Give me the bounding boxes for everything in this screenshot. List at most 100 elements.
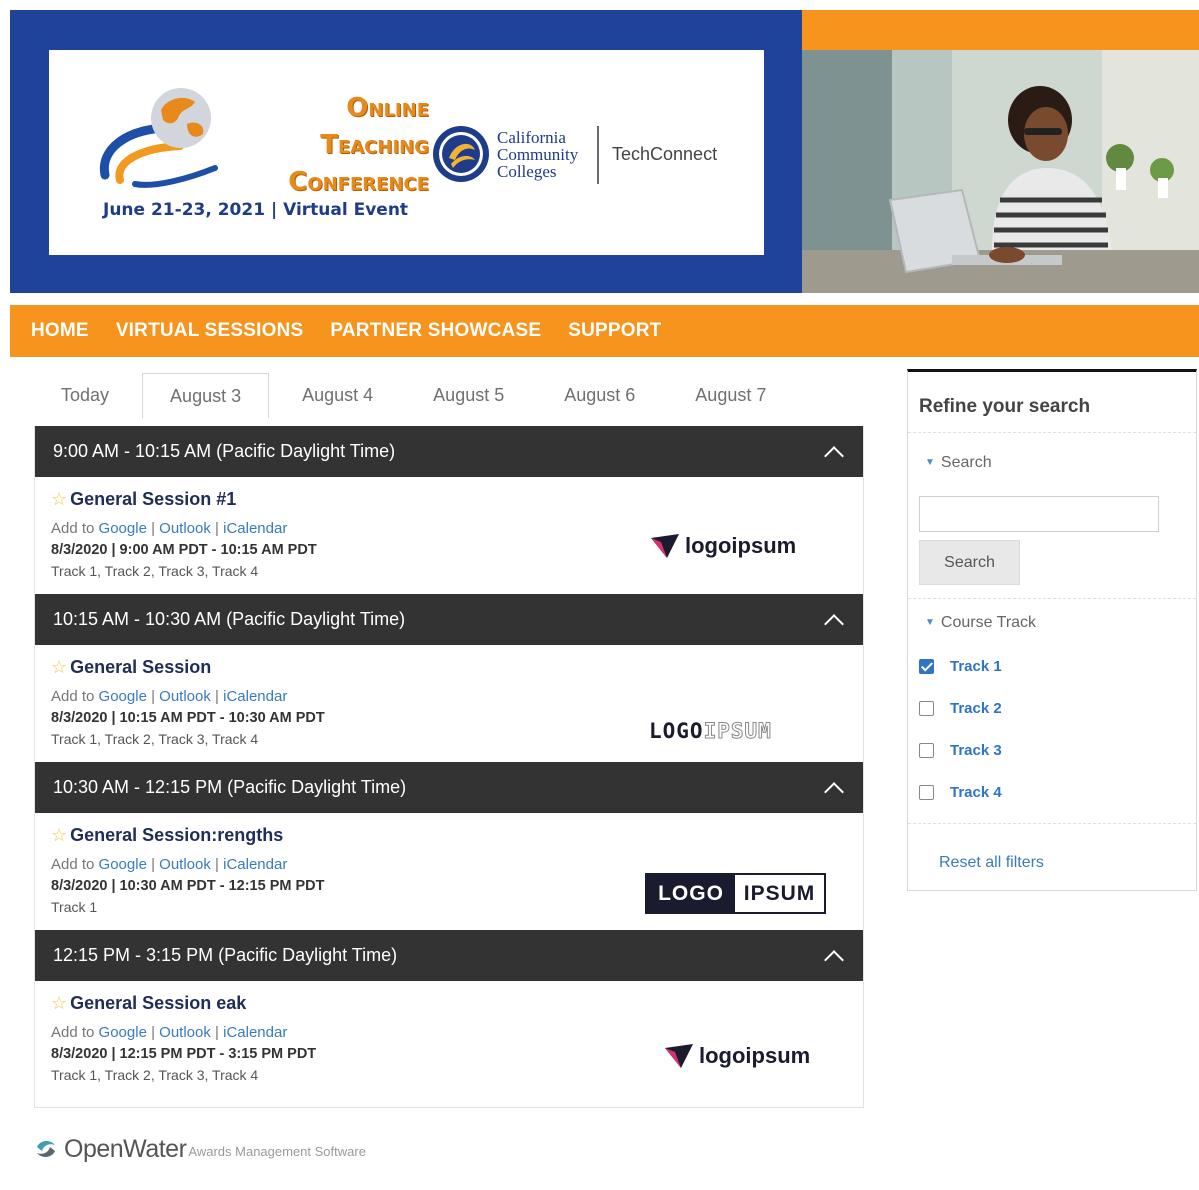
star-icon[interactable]: ☆	[51, 993, 67, 1014]
session-title[interactable]: General Session:rengths	[70, 825, 283, 846]
tab-august-6[interactable]: August 6	[537, 373, 662, 418]
time-slot-label: 9:00 AM - 10:15 AM (Pacific Daylight Tim…	[53, 441, 396, 461]
openwater-brand[interactable]: OpenWater	[64, 1135, 187, 1164]
add-to-label: Add to	[51, 1024, 95, 1041]
time-slot-label: 12:15 PM - 3:15 PM (Pacific Daylight Tim…	[53, 945, 398, 965]
tab-august-5[interactable]: August 5	[406, 373, 531, 418]
google-calendar-link[interactable]: Google	[99, 520, 147, 537]
conference-date: June 21-23, 2021 | Virtual Event	[103, 200, 409, 220]
outlook-calendar-link[interactable]: Outlook	[159, 856, 211, 873]
outlook-calendar-link[interactable]: Outlook	[159, 1024, 211, 1041]
sponsor-logo: logoipsum	[665, 1043, 810, 1069]
tab-august-3[interactable]: August 3	[142, 373, 270, 418]
session-title-row: ☆ General Session	[51, 657, 211, 678]
nav-home[interactable]: HOME	[31, 320, 89, 342]
nav-support[interactable]: SUPPORT	[568, 320, 661, 342]
star-icon[interactable]: ☆	[51, 657, 67, 678]
banner-divider	[597, 126, 599, 184]
outlook-calendar-link[interactable]: Outlook	[159, 688, 211, 705]
checkbox[interactable]	[919, 785, 934, 800]
separator: |	[151, 1024, 155, 1041]
session-card: ☆ General Session:rengths Add to Google …	[35, 813, 863, 930]
sponsor-logo: logoipsum	[651, 533, 796, 559]
separator: |	[215, 688, 219, 705]
sponsor-logo-text-b: IPSUM	[743, 881, 816, 905]
chevron-up-icon[interactable]	[824, 781, 844, 802]
search-input[interactable]	[919, 496, 1159, 532]
separator: |	[151, 856, 155, 873]
conference-title-line2: Teaching	[320, 130, 429, 160]
nav-partner-showcase[interactable]: PARTNER SHOWCASE	[330, 320, 541, 342]
track-filter-label[interactable]: Track 3	[950, 742, 1002, 759]
sponsor-logo: LOGO IPSUM	[645, 873, 826, 914]
sponsor-logo-text-a: LOGO	[647, 875, 735, 912]
checkbox[interactable]	[919, 743, 934, 758]
icalendar-link[interactable]: iCalendar	[223, 1024, 287, 1041]
checkbox-checked[interactable]	[919, 659, 934, 674]
add-to-calendar: Add to Google | Outlook | iCalendar	[51, 520, 287, 537]
session-tracks: Track 1, Track 2, Track 3, Track 4	[51, 563, 259, 579]
ccc-wordmark: California Community Colleges	[497, 129, 578, 180]
nav-virtual-sessions[interactable]: VIRTUAL SESSIONS	[116, 320, 304, 342]
session-title[interactable]: General Session #1	[70, 489, 236, 510]
track-filter-2[interactable]: Track 2	[919, 700, 1002, 717]
time-slot-header[interactable]: 12:15 PM - 3:15 PM (Pacific Daylight Tim…	[35, 930, 863, 981]
conference-title-line3: Conference	[288, 167, 429, 197]
reset-filters-link[interactable]: Reset all filters	[939, 854, 1044, 872]
sponsor-logo-text-b: IPSUM	[703, 719, 772, 744]
google-calendar-link[interactable]: Google	[99, 1024, 147, 1041]
ccc-line3: Colleges	[497, 162, 557, 181]
time-slot-header[interactable]: 10:15 AM - 10:30 AM (Pacific Daylight Ti…	[35, 594, 863, 645]
session-datetime: 8/3/2020 | 12:15 PM PDT - 3:15 PM PDT	[51, 1046, 317, 1062]
time-slot-header[interactable]: 10:30 AM - 12:15 PM (Pacific Daylight Ti…	[35, 762, 863, 813]
session-title-row: ☆ General Session eak	[51, 993, 246, 1014]
icalendar-link[interactable]: iCalendar	[223, 688, 287, 705]
banner-orange-strip	[802, 10, 1199, 50]
ccc-seal-icon	[433, 126, 489, 182]
session-card: ☆ General Session Add to Google | Outloo…	[35, 645, 863, 762]
chevron-up-icon[interactable]	[824, 949, 844, 970]
outlook-calendar-link[interactable]: Outlook	[159, 520, 211, 537]
track-filter-label[interactable]: Track 1	[950, 658, 1002, 675]
divider	[908, 823, 1196, 824]
session-tracks: Track 1, Track 2, Track 3, Track 4	[51, 731, 259, 747]
refine-panel: Refine your search ▼ Search Search ▼ Cours…	[907, 369, 1197, 891]
search-section-toggle[interactable]: ▼ Search	[925, 454, 992, 472]
add-to-label: Add to	[51, 856, 95, 873]
icalendar-link[interactable]: iCalendar	[223, 856, 287, 873]
chevron-up-icon[interactable]	[824, 445, 844, 466]
search-button[interactable]: Search	[919, 540, 1020, 585]
star-icon[interactable]: ☆	[51, 825, 67, 846]
google-calendar-link[interactable]: Google	[99, 856, 147, 873]
star-icon[interactable]: ☆	[51, 489, 67, 510]
sponsor-logo: LOGOIPSUM	[649, 719, 772, 744]
tab-today[interactable]: Today	[34, 373, 136, 418]
triangle-down-icon: ▼	[925, 617, 935, 628]
main-nav: HOME VIRTUAL SESSIONS PARTNER SHOWCASE S…	[10, 305, 1199, 357]
time-slot-label: 10:15 AM - 10:30 AM (Pacific Daylight Ti…	[53, 609, 406, 629]
track-filter-3[interactable]: Track 3	[919, 742, 1002, 759]
tab-august-7[interactable]: August 7	[668, 373, 793, 418]
icalendar-link[interactable]: iCalendar	[223, 520, 287, 537]
techconnect-label: TechConnect	[612, 144, 718, 164]
session-list: 9:00 AM - 10:15 AM (Pacific Daylight Tim…	[34, 426, 864, 1108]
tab-august-4[interactable]: August 4	[275, 373, 400, 418]
session-tracks: Track 1, Track 2, Track 3, Track 4	[51, 1067, 259, 1083]
session-title[interactable]: General Session	[70, 657, 211, 678]
chevron-up-icon[interactable]	[824, 613, 844, 634]
add-to-label: Add to	[51, 688, 95, 705]
session-datetime: 8/3/2020 | 10:15 AM PDT - 10:30 AM PDT	[51, 710, 325, 726]
time-slot-label: 10:30 AM - 12:15 PM (Pacific Daylight Ti…	[53, 777, 407, 797]
google-calendar-link[interactable]: Google	[99, 688, 147, 705]
session-title[interactable]: General Session eak	[70, 993, 246, 1014]
track-filter-label[interactable]: Track 4	[950, 784, 1002, 801]
time-slot-header[interactable]: 9:00 AM - 10:15 AM (Pacific Daylight Tim…	[35, 426, 863, 477]
track-filter-label[interactable]: Track 2	[950, 700, 1002, 717]
openwater-logo-icon	[37, 1141, 55, 1157]
checkbox[interactable]	[919, 701, 934, 716]
session-datetime: 8/3/2020 | 10:30 AM PDT - 12:15 PM PDT	[51, 878, 325, 894]
course-track-label: Course Track	[940, 614, 1037, 631]
track-filter-1[interactable]: Track 1	[919, 658, 1002, 675]
course-track-section-toggle[interactable]: ▼ Course Track	[925, 614, 1036, 632]
track-filter-4[interactable]: Track 4	[919, 784, 1002, 801]
